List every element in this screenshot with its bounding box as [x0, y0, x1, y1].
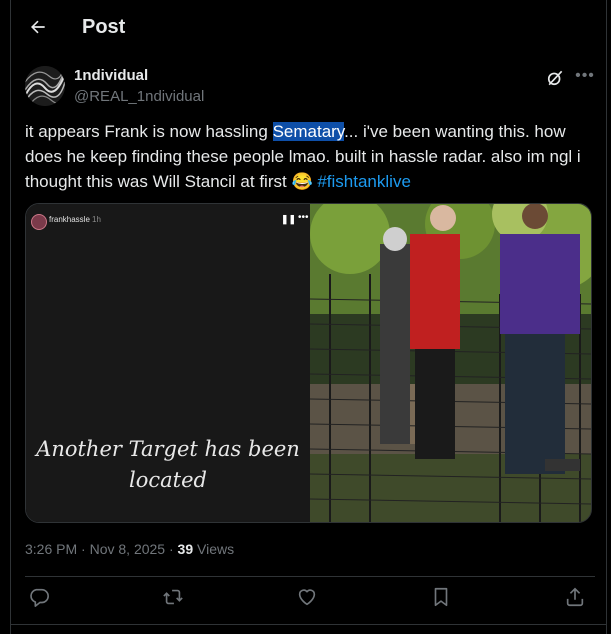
- laughing-emoji: 😂: [291, 172, 313, 191]
- action-bar: [25, 586, 595, 612]
- story-avatar: [31, 214, 47, 230]
- story-caption: Another Target has been located: [36, 437, 300, 492]
- bookmark-button[interactable]: [430, 586, 456, 612]
- post-media[interactable]: frankhassle 1h ❚❚ ••• Another Target has…: [25, 203, 592, 523]
- grok-icon: [547, 70, 563, 86]
- back-button[interactable]: [25, 14, 51, 40]
- post-date[interactable]: Nov 8, 2025: [90, 541, 166, 557]
- author-name[interactable]: 1ndividual: [74, 67, 148, 84]
- top-bar: Post: [11, 0, 606, 55]
- more-button[interactable]: •••: [573, 66, 597, 90]
- heart-icon: [298, 589, 316, 606]
- story-time: 1h: [92, 215, 101, 224]
- post-text-before: it appears Frank is now hassling: [25, 122, 273, 141]
- bottom-divider: [11, 624, 606, 625]
- divider: [25, 576, 595, 577]
- story-more-icon: •••: [298, 212, 309, 223]
- repost-icon: [163, 589, 183, 605]
- reply-button[interactable]: [28, 586, 54, 612]
- hashtag-link[interactable]: #fishtanklive: [317, 172, 411, 191]
- views-count: 39: [177, 541, 194, 557]
- bookmark-icon: [434, 587, 448, 607]
- pause-icon: ❚❚: [281, 214, 297, 224]
- repost-button[interactable]: [162, 586, 188, 612]
- views-label: Views: [197, 541, 235, 557]
- avatar[interactable]: [25, 66, 65, 106]
- share-icon: [566, 587, 584, 607]
- reply-icon: [30, 588, 49, 607]
- post-time[interactable]: 3:26 PM: [25, 541, 77, 557]
- photo: [309, 204, 591, 522]
- story-username: frankhassle: [49, 215, 90, 224]
- post-panel: Post 1ndividual @REAL_1ndividual ••• it …: [10, 0, 607, 634]
- like-button[interactable]: [296, 586, 322, 612]
- author-handle[interactable]: @REAL_1ndividual: [74, 88, 204, 105]
- post-meta: 3:26 PM · Nov 8, 2025 · 39 Views: [25, 541, 235, 557]
- highlighted-text: Sematary: [272, 122, 345, 141]
- more-icon: •••: [575, 67, 595, 84]
- share-button[interactable]: [564, 586, 590, 612]
- page-title: Post: [82, 16, 126, 38]
- grok-button[interactable]: [545, 68, 567, 90]
- story-screenshot: frankhassle 1h ❚❚ ••• Another Target has…: [26, 204, 310, 522]
- post-text: it appears Frank is now hassling Sematar…: [25, 119, 595, 194]
- author-row: 1ndividual @REAL_1ndividual •••: [25, 64, 595, 108]
- arrow-left-icon: [31, 20, 45, 34]
